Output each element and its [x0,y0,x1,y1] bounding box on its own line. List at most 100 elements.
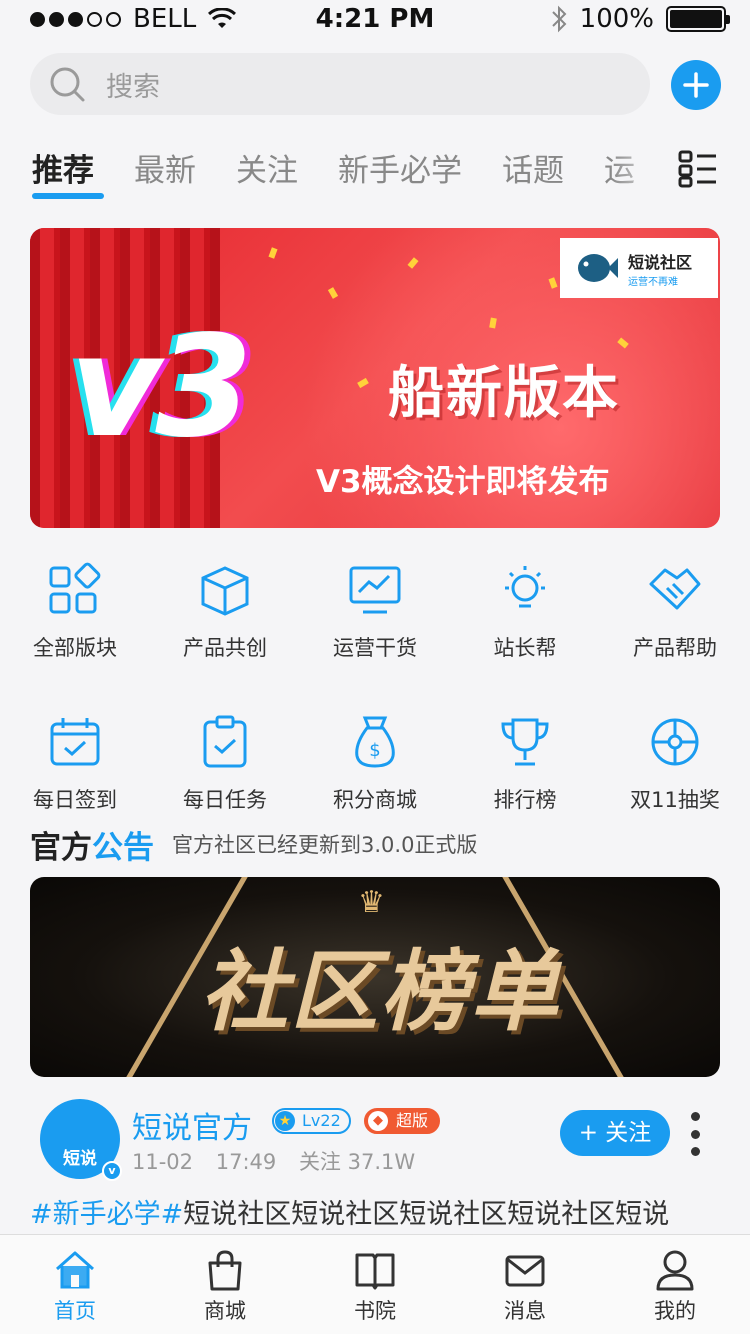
grid-label: 每日签到 [33,788,117,812]
post-meta: 11-02 17:49 关注 37.1W [132,1146,431,1176]
post-time: 17:49 [215,1150,277,1174]
mail-icon [505,1255,545,1287]
nav-academy[interactable]: 书院 [300,1235,450,1334]
level-text: Lv22 [302,1111,341,1130]
search-placeholder: 搜索 [106,71,160,103]
tabs-fade [610,140,670,200]
topic-tag[interactable]: #新手必学# [30,1199,183,1230]
logo-slogan: 运营不再难 [628,276,678,288]
community-logo: 短说社区 运营不再难 [560,238,718,298]
moderator-text: 超版 [396,1111,429,1130]
tab-recommend[interactable]: 推荐 [32,145,104,199]
grid-item-all-boards[interactable]: 全部版块 [0,562,150,662]
banner-title: 船新版本 [388,361,620,426]
category-tabs: 推荐 最新 关注 新手必学 话题 运 [32,145,672,205]
status-right: 100% [550,4,730,34]
nav-profile[interactable]: 我的 [600,1235,750,1334]
grid-label: 运营干货 [333,636,417,660]
post-date: 11-02 [132,1150,194,1174]
banner-subtitle: V3概念设计即将发布 [316,464,610,500]
grid-item-co-create[interactable]: 产品共创 [150,562,300,662]
promo-banner[interactable]: v3 船新版本 V3概念设计即将发布 短说社区 运营不再难 [30,228,720,528]
tab-latest[interactable]: 最新 [134,145,196,195]
leaderboard-banner[interactable]: ♛ 社区榜单 [30,877,720,1077]
battery-icon [666,6,730,32]
svg-text:$: $ [369,740,380,761]
tab-beginner[interactable]: 新手必学 [338,145,462,195]
nav-mall[interactable]: 商城 [150,1235,300,1334]
trophy-icon [501,718,549,766]
banner-brand: v3 [70,306,253,469]
grid-item-product-help[interactable]: 产品帮助 [600,562,750,662]
category-menu-icon[interactable] [678,150,718,188]
money-bag-icon: $ [355,716,395,768]
nav-label: 消息 [504,1299,546,1323]
status-bar: BELL 4:21 PM 100% [0,0,750,40]
blocks-icon [49,562,101,614]
crown-icon: ♛ [358,885,385,920]
grid-label: 产品帮助 [633,636,717,660]
tab-following[interactable]: 关注 [236,145,298,195]
grid-item-lottery[interactable]: 双11抽奖 [600,714,750,814]
follow-button[interactable]: + 关注 [560,1110,670,1156]
lottery-wheel-icon [651,718,699,766]
announcement-title-official: 官方 [30,829,92,866]
tab-topics[interactable]: 话题 [502,145,564,195]
announcement-text: 官方社区已经更新到3.0.0正式版 [172,833,478,857]
avatar-text: 短说 [63,1149,97,1169]
grid-label: 每日任务 [183,788,267,812]
fish-logo-icon [578,254,618,282]
nav-label: 我的 [654,1299,696,1323]
nav-label: 商城 [204,1299,246,1323]
nav-messages[interactable]: 消息 [450,1235,600,1334]
diamond-icon: ◆ [368,1111,388,1131]
book-icon [355,1253,395,1290]
leaderboard-title: 社区榜单 [200,940,561,1043]
grid-label: 站长帮 [493,636,557,660]
feature-grid: 全部版块 产品共创 运营干货 站长帮 产品帮助 每日签到 每日任务 $ 积分商城… [0,562,750,814]
grid-item-leaderboard[interactable]: 排行榜 [450,714,600,814]
author-name[interactable]: 短说官方 [132,1103,252,1147]
bottom-nav: 首页 商城 书院 消息 我的 [0,1234,750,1334]
grid-item-webmaster-help[interactable]: 站长帮 [450,562,600,662]
nav-home[interactable]: 首页 [0,1235,150,1334]
grid-item-daily-tasks[interactable]: 每日任务 [150,714,300,814]
calendar-check-icon [50,718,100,766]
grid-item-points-mall[interactable]: $ 积分商城 [300,714,450,814]
search-bar[interactable]: 搜索 [30,53,650,115]
grid-item-ops-tips[interactable]: 运营干货 [300,562,450,662]
moderator-badge: ◆ 超版 [364,1108,441,1134]
grid-label: 产品共创 [183,636,267,660]
shopping-bag-icon [208,1250,242,1291]
post-content[interactable]: #新手必学#短说社区短说社区短说社区短说社区短说 [30,1192,730,1231]
follower-count: 关注 37.1W [298,1150,416,1174]
handshake-icon [649,568,701,610]
verified-icon: v [102,1161,122,1181]
grid-label: 双11抽奖 [630,788,720,812]
announcement-bar[interactable]: 官方 公告 官方社区已经更新到3.0.0正式版 [30,820,477,868]
grid-item-daily-checkin[interactable]: 每日签到 [0,714,150,814]
grid-label: 全部版块 [33,636,117,660]
clipboard-check-icon [203,715,247,768]
star-icon: ★ [275,1111,295,1131]
grid-label: 积分商城 [333,788,417,812]
home-icon [56,1251,94,1289]
monitor-chart-icon [349,566,401,614]
add-post-button[interactable] [671,60,721,110]
plus-icon [683,72,709,98]
nav-label: 书院 [354,1299,396,1323]
grid-label: 排行榜 [493,788,557,812]
search-icon [50,67,85,102]
avatar[interactable]: 短说 v [40,1099,122,1181]
bulb-icon [505,566,545,608]
level-badge: ★ Lv22 [272,1108,351,1134]
battery-percent: 100% [579,4,654,34]
logo-name: 短说社区 [628,252,693,272]
post-text: 短说社区短说社区短说社区短说社区短说 [183,1199,670,1230]
announcement-title-notice: 公告 [92,829,154,866]
cube-icon [201,566,249,616]
user-icon [656,1250,694,1291]
bluetooth-icon [551,5,567,33]
nav-label: 首页 [54,1299,96,1323]
more-options-icon[interactable] [688,1112,702,1156]
